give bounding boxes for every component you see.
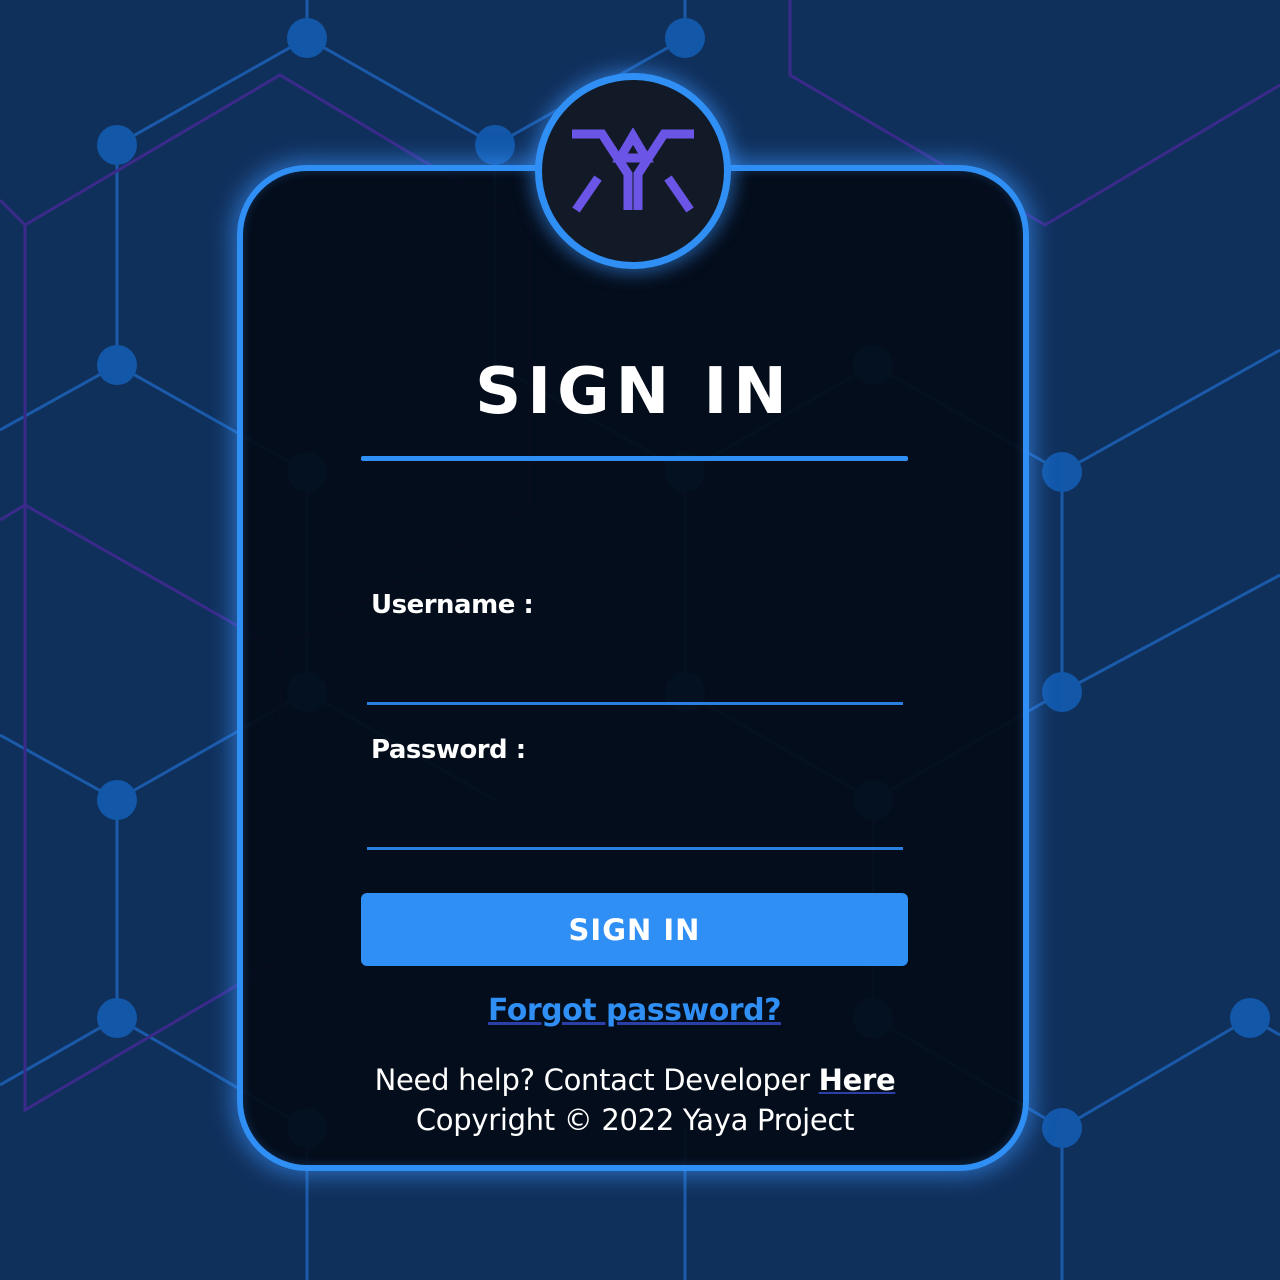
forgot-password-link[interactable]: Forgot password? [361,993,908,1028]
help-text-label: Need help? Contact Developer [374,1063,819,1097]
title-divider [361,456,908,461]
password-input[interactable] [367,806,903,850]
sign-in-button[interactable]: SIGN IN [361,893,908,966]
login-page: SIGN IN Username : Password : SIGN IN Fo… [0,0,1280,1280]
password-label: Password : [371,735,526,765]
contact-developer-link[interactable]: Here [819,1063,896,1097]
logo-badge [535,73,731,269]
page-title: SIGN IN [475,355,793,429]
yaya-logo-icon [572,128,694,213]
copyright-text: Copyright © 2022 Yaya Project [415,1103,855,1137]
username-label: Username : [371,590,534,620]
username-input[interactable] [367,661,903,705]
help-text: Need help? Contact Developer Here [290,1063,980,1097]
